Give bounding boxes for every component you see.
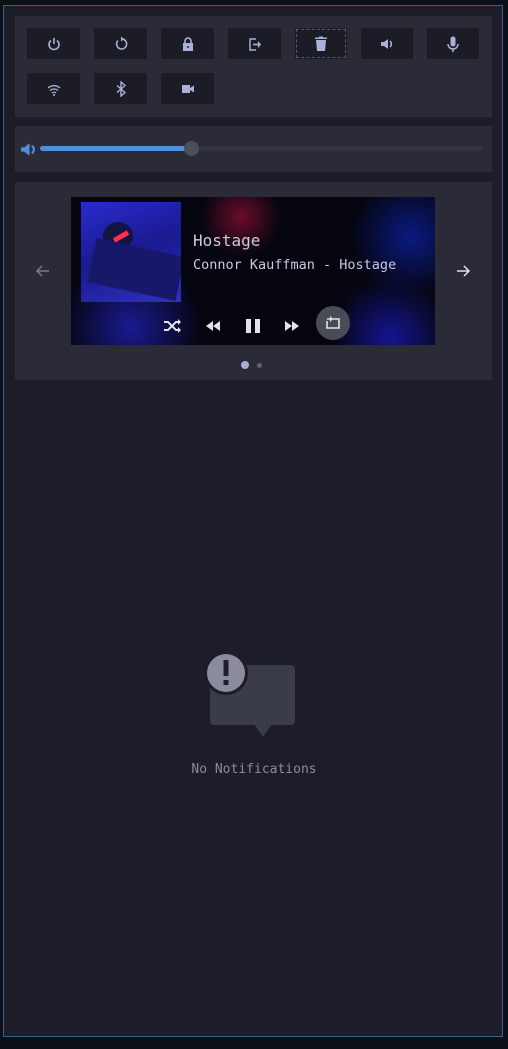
- volume-slider-handle[interactable]: [183, 141, 199, 156]
- speaker-icon: [381, 38, 393, 49]
- shuffle-icon: [164, 319, 181, 333]
- volume-icon: [21, 143, 35, 156]
- media-panel: Hostage Connor Kauffman - Hostage: [15, 182, 492, 380]
- album-art: [81, 202, 181, 302]
- play-pause-button[interactable]: [238, 311, 268, 341]
- control-center-window: Hostage Connor Kauffman - Hostage No Not…: [3, 5, 503, 1037]
- power-button[interactable]: [27, 28, 80, 59]
- track-title: Hostage: [193, 231, 261, 250]
- microphone-button[interactable]: [427, 28, 479, 59]
- volume-slider-fill: [40, 146, 191, 151]
- page-dot-1[interactable]: [241, 361, 249, 369]
- no-notifications-text: No Notifications: [191, 762, 317, 777]
- next-player-arrow-icon[interactable]: [455, 263, 471, 279]
- quick-actions-panel: [15, 16, 492, 117]
- trash-icon: [315, 36, 327, 51]
- previous-track-button[interactable]: [198, 311, 228, 341]
- next-track-button[interactable]: [277, 311, 307, 341]
- media-player-card: Hostage Connor Kauffman - Hostage: [71, 197, 435, 345]
- logout-button[interactable]: [228, 28, 281, 59]
- notification-alert-icon: [204, 651, 295, 737]
- bluetooth-icon: [116, 80, 126, 97]
- wifi-button[interactable]: [27, 73, 80, 104]
- microphone-icon: [447, 36, 459, 52]
- repeat-icon: [326, 316, 340, 329]
- logout-icon: [248, 37, 261, 51]
- repeat-button[interactable]: [316, 306, 350, 340]
- reboot-button[interactable]: [94, 28, 147, 59]
- power-icon: [47, 37, 60, 50]
- pause-icon: [246, 319, 260, 333]
- clear-notifications-button[interactable]: [295, 28, 347, 59]
- camera-icon: [181, 84, 194, 93]
- track-artist: Connor Kauffman - Hostage: [193, 257, 397, 273]
- fast-forward-icon: [285, 321, 299, 331]
- volume-slider[interactable]: [40, 141, 483, 156]
- camera-button[interactable]: [161, 73, 214, 104]
- previous-player-arrow-icon[interactable]: [35, 263, 51, 279]
- wifi-icon: [47, 84, 60, 96]
- rewind-icon: [206, 321, 220, 331]
- lock-button[interactable]: [161, 28, 214, 59]
- speaker-button[interactable]: [361, 28, 413, 59]
- lock-icon: [182, 36, 193, 51]
- bluetooth-button[interactable]: [94, 73, 147, 104]
- page-dot-2[interactable]: [257, 363, 262, 368]
- reboot-icon: [115, 36, 127, 50]
- shuffle-button[interactable]: [157, 311, 187, 341]
- volume-panel: [15, 126, 492, 172]
